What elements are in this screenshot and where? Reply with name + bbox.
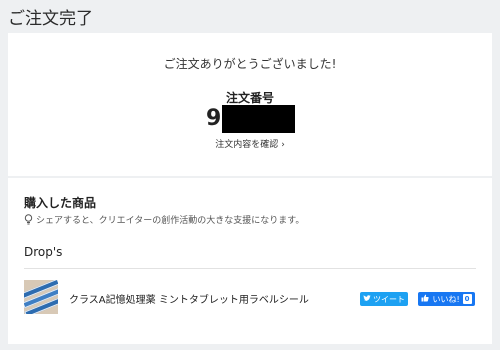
purchased-items-card: 購入した商品 シェアすると、クリエイターの創作活動の大きな支援になります。 Dr… (8, 178, 492, 344)
product-thumbnail[interactable] (24, 280, 58, 314)
tweet-label: ツイート (373, 294, 405, 304)
chevron-right-icon: › (281, 140, 285, 150)
order-number-digit: 9 (206, 106, 222, 131)
twitter-bird-icon (363, 294, 371, 304)
shop-name[interactable]: Drop's (24, 245, 62, 259)
order-summary-card: ご注文ありがとうございました! 注文番号 9 注文内容を確認 › (8, 33, 492, 176)
order-number-redaction (222, 105, 296, 133)
page-title: ご注文完了 (8, 9, 93, 29)
share-hint: シェアすると、クリエイターの創作活動の大きな支援になります。 (24, 213, 304, 226)
order-number-label: 注文番号 (225, 91, 274, 105)
tweet-button[interactable]: ツイート (360, 292, 408, 306)
like-count: 0 (462, 294, 472, 304)
thumbs-up-icon (421, 294, 430, 304)
thanks-message: ご注文ありがとうございました! (163, 57, 337, 71)
share-hint-text: シェアすると、クリエイターの創作活動の大きな支援になります。 (36, 216, 305, 226)
lightbulb-icon (24, 214, 33, 225)
order-number: 9 (206, 105, 296, 133)
divider (24, 268, 476, 269)
purchased-section-title: 購入した商品 (24, 196, 97, 210)
product-row: クラスA記憶処理薬 ミントタブレット用ラベルシール ツイート いいね! 0 (24, 278, 476, 318)
confirm-order-link[interactable]: 注文内容を確認 › (8, 137, 492, 150)
like-label: いいね! (432, 294, 460, 304)
like-button[interactable]: いいね! 0 (418, 292, 475, 306)
confirm-order-label: 注文内容を確認 (215, 140, 279, 150)
product-name[interactable]: クラスA記憶処理薬 ミントタブレット用ラベルシール (69, 291, 309, 306)
